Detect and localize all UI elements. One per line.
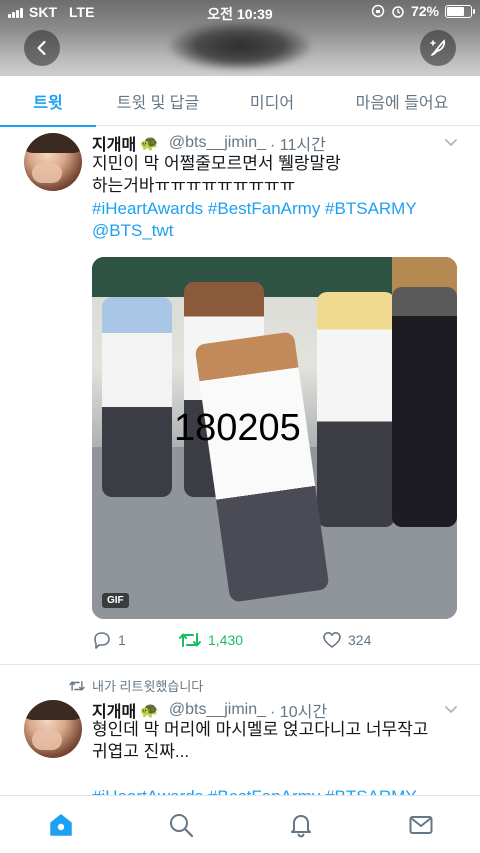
battery-icon — [445, 4, 475, 18]
nav-home[interactable] — [48, 812, 74, 838]
battery-percent: 72% — [410, 3, 439, 19]
tweet-divider — [0, 664, 480, 665]
search-icon — [170, 814, 194, 838]
reply-icon — [94, 632, 110, 649]
bottom-tab-bar — [0, 795, 480, 853]
tab-likes[interactable]: 마음에 들어요 — [324, 76, 480, 126]
author-name[interactable]: 지개매 — [92, 131, 136, 155]
gif-badge: GIF — [102, 593, 129, 608]
chevron-down-icon[interactable] — [444, 136, 458, 150]
nav-notifications[interactable] — [288, 812, 314, 838]
retweet-small-icon — [69, 680, 85, 691]
like-button[interactable]: 324 — [322, 630, 371, 650]
retweeted-by-label: 내가 리트윗했습니다 — [68, 676, 203, 695]
tweet-media-gif[interactable]: 180205 GIF — [92, 257, 457, 619]
back-button[interactable] — [24, 30, 60, 66]
heart-icon — [323, 632, 341, 648]
avatar[interactable] — [24, 700, 82, 758]
home-icon — [50, 814, 72, 836]
retweet-count: 1,430 — [208, 632, 244, 648]
retweet-label-text: 내가 리트윗했습니다 — [92, 679, 204, 694]
tab-tweets-and-replies[interactable]: 트윗 및 답글 — [96, 76, 220, 126]
back-arrow-icon — [37, 40, 46, 56]
compose-feather-icon — [430, 39, 446, 56]
tweet-time: · 11시간 — [270, 137, 326, 154]
messages-mail-icon — [409, 816, 433, 834]
reply-count: 1 — [118, 632, 126, 648]
tweet-text: 지민이 막 어쩔줄모르면서 뛜랑말랑 하는거바ㅠㅠㅠㅠㅠㅠㅠㅠㅠ — [92, 154, 341, 195]
tweet-text: 형인데 막 머리에 마시멜로 얹고다니고 너무작고 귀엽고 진짜... — [92, 720, 429, 761]
retweet-button[interactable]: 1,430 — [178, 630, 243, 650]
compose-tweet-button[interactable] — [420, 30, 456, 66]
tweet-hashtags[interactable]: #iHeartAwards #BestFanArmy #BTSARMY @BTS… — [92, 198, 462, 242]
alarm-icon — [392, 6, 404, 18]
retweet-icon — [179, 633, 201, 647]
author-handle[interactable]: @bts__jimin_ — [169, 701, 266, 719]
chevron-down-icon[interactable] — [444, 703, 458, 717]
status-bar: SKT LTE 오전 10:39 72% — [0, 0, 480, 24]
turtle-emoji: 🐢 — [140, 135, 159, 152]
like-count: 324 — [348, 632, 372, 648]
author-handle[interactable]: @bts__jimin_ — [169, 134, 266, 152]
turtle-emoji: 🐢 — [140, 702, 159, 719]
tweet-actions: 1 1,430 324 — [92, 630, 462, 654]
blurred-profile-name — [170, 22, 310, 70]
tab-media[interactable]: 미디어 — [220, 76, 324, 126]
notifications-bell-icon — [291, 815, 311, 838]
avatar[interactable] — [24, 133, 82, 191]
rotation-lock-icon — [371, 4, 385, 18]
nav-search[interactable] — [168, 812, 194, 838]
nav-messages[interactable] — [408, 812, 434, 838]
reply-button[interactable]: 1 — [92, 630, 126, 650]
tab-tweets[interactable]: 트윗 — [0, 76, 96, 127]
gif-date-overlay: 180205 — [174, 407, 301, 449]
profile-header-banner: SKT LTE 오전 10:39 72% — [0, 0, 480, 76]
profile-tabs: 트윗 트윗 및 답글 미디어 마음에 들어요 — [0, 76, 480, 127]
